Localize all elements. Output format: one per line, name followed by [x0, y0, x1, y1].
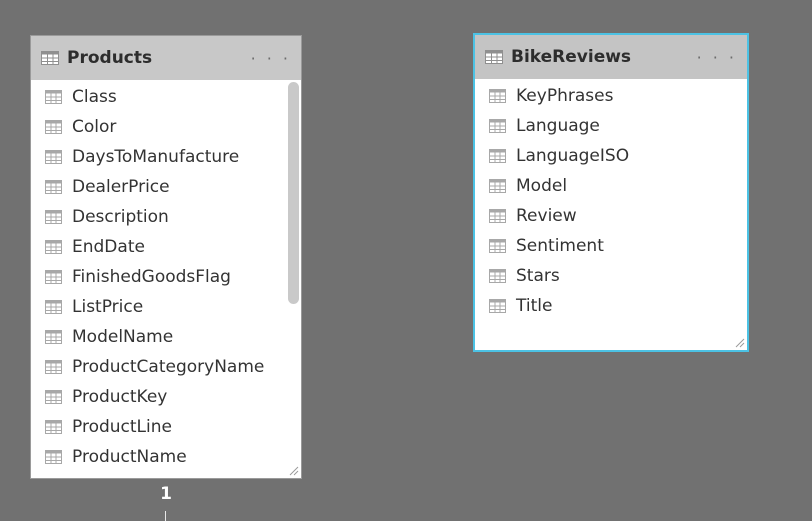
field-item[interactable]: DaysToManufacture: [31, 142, 301, 172]
relationship-cardinality-label: 1: [160, 484, 172, 504]
table-icon: [485, 50, 503, 64]
bikereviews-table-header[interactable]: BikeReviews · · ·: [475, 35, 747, 79]
products-table-header[interactable]: Products · · ·: [31, 36, 301, 80]
table-icon: [489, 89, 506, 103]
field-name: Review: [516, 206, 577, 226]
field-item[interactable]: EndDate: [31, 232, 301, 262]
table-icon: [45, 270, 62, 284]
field-name: KeyPhrases: [516, 86, 614, 106]
field-name: Stars: [516, 266, 560, 286]
field-item[interactable]: Class: [31, 82, 301, 112]
table-icon: [45, 450, 62, 464]
table-title: BikeReviews: [511, 47, 632, 67]
table-icon: [489, 209, 506, 223]
table-title: Products: [67, 48, 153, 68]
table-icon: [41, 51, 59, 65]
field-name: LanguageISO: [516, 146, 630, 166]
field-item[interactable]: Description: [31, 202, 301, 232]
field-item[interactable]: Language: [475, 111, 747, 141]
table-icon: [489, 269, 506, 283]
field-name: ProductKey: [72, 387, 168, 407]
model-canvas[interactable]: Products · · · Class Color DaysToManufac…: [0, 0, 812, 521]
table-icon: [45, 360, 62, 374]
products-field-list: Class Color DaysToManufacture DealerPric…: [31, 80, 301, 478]
more-options-button[interactable]: · · ·: [251, 49, 291, 68]
field-name: ProductName: [72, 447, 187, 467]
table-icon: [45, 120, 62, 134]
table-icon: [45, 150, 62, 164]
field-name: Title: [516, 296, 553, 316]
field-item-partial[interactable]: [31, 472, 301, 478]
field-item[interactable]: LanguageISO: [475, 141, 747, 171]
scroll-thumb[interactable]: [288, 82, 299, 304]
table-icon: [489, 119, 506, 133]
field-item[interactable]: KeyPhrases: [475, 81, 747, 111]
field-item[interactable]: Model: [475, 171, 747, 201]
field-item[interactable]: ProductName: [31, 442, 301, 472]
field-name: ModelName: [72, 327, 174, 347]
field-name: DealerPrice: [72, 177, 170, 197]
field-item[interactable]: ListPrice: [31, 292, 301, 322]
relationship-line[interactable]: [165, 511, 166, 521]
table-icon: [489, 149, 506, 163]
field-item[interactable]: Stars: [475, 261, 747, 291]
field-name: FinishedGoodsFlag: [72, 267, 231, 287]
table-icon: [45, 90, 62, 104]
field-name: ProductCategoryName: [72, 357, 265, 377]
table-icon: [45, 390, 62, 404]
field-item[interactable]: ProductLine: [31, 412, 301, 442]
field-item[interactable]: FinishedGoodsFlag: [31, 262, 301, 292]
resize-grip-icon[interactable]: [735, 338, 745, 348]
bikereviews-field-list: KeyPhrases Language LanguageISO Model Re…: [475, 79, 747, 321]
field-item[interactable]: ModelName: [31, 322, 301, 352]
field-name: Sentiment: [516, 236, 604, 256]
field-name: ProductLine: [72, 417, 172, 437]
field-item[interactable]: Color: [31, 112, 301, 142]
table-icon: [45, 330, 62, 344]
field-item[interactable]: Title: [475, 291, 747, 321]
table-icon: [489, 239, 506, 253]
field-item[interactable]: ProductKey: [31, 382, 301, 412]
field-name: Class: [72, 87, 117, 107]
table-icon: [45, 180, 62, 194]
table-icon: [45, 300, 62, 314]
resize-grip-icon[interactable]: [289, 466, 299, 476]
field-item[interactable]: Sentiment: [475, 231, 747, 261]
bikereviews-table-card[interactable]: BikeReviews · · · KeyPhrases Language La…: [473, 33, 749, 352]
field-name: EndDate: [72, 237, 145, 257]
field-name: ListPrice: [72, 297, 144, 317]
field-name: Color: [72, 117, 117, 137]
table-icon: [489, 179, 506, 193]
field-name: DaysToManufacture: [72, 147, 240, 167]
table-icon: [45, 420, 62, 434]
field-name: Description: [72, 207, 169, 227]
field-name: Language: [516, 116, 600, 136]
table-icon: [45, 240, 62, 254]
products-table-card[interactable]: Products · · · Class Color DaysToManufac…: [30, 35, 302, 479]
field-item[interactable]: Review: [475, 201, 747, 231]
more-options-button[interactable]: · · ·: [697, 48, 737, 67]
field-item[interactable]: ProductCategoryName: [31, 352, 301, 382]
field-item[interactable]: DealerPrice: [31, 172, 301, 202]
field-name: Model: [516, 176, 568, 196]
table-icon: [489, 299, 506, 313]
vertical-scrollbar[interactable]: [288, 80, 299, 466]
table-icon: [45, 210, 62, 224]
